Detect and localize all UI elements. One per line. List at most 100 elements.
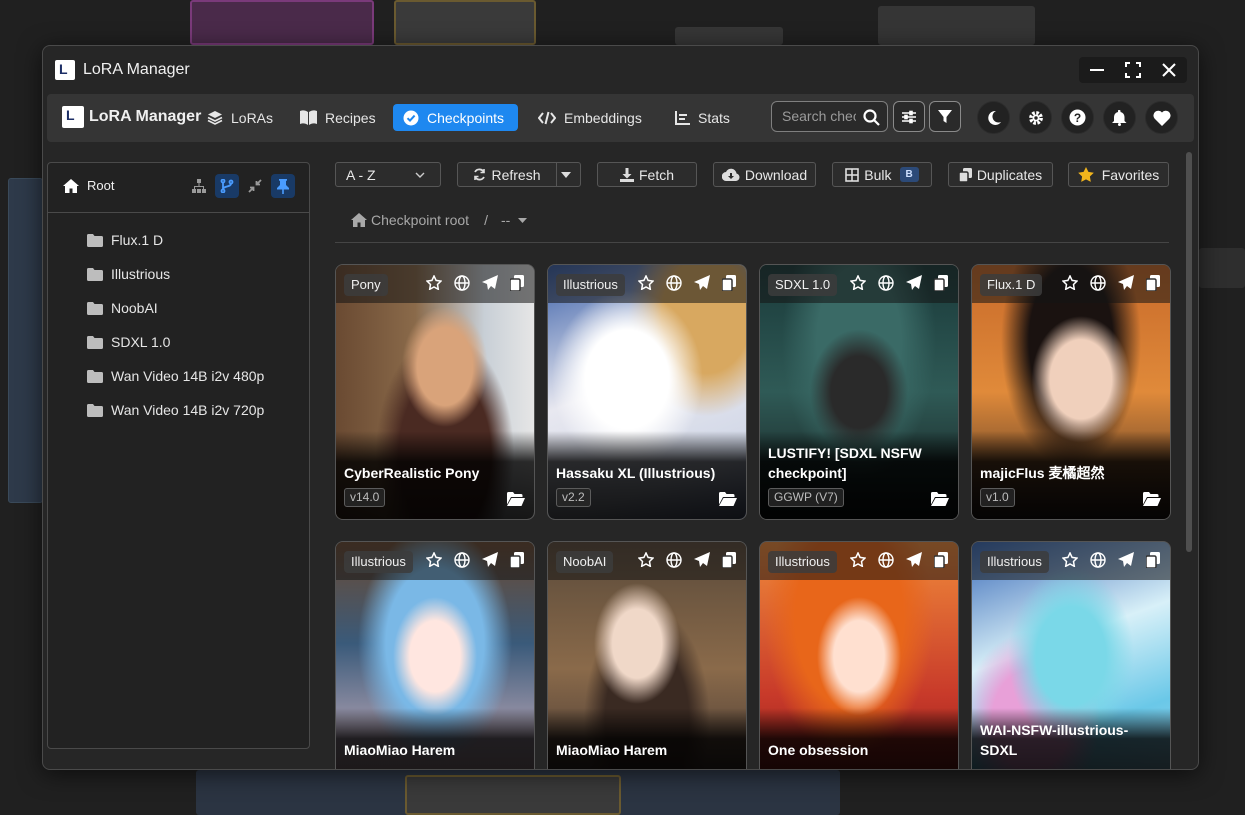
card-actions bbox=[638, 275, 736, 291]
copy-icon[interactable] bbox=[934, 275, 948, 291]
sort-select[interactable]: A - Z bbox=[335, 162, 441, 187]
nav-recipes[interactable]: Recipes bbox=[290, 104, 386, 131]
globe-icon[interactable] bbox=[666, 552, 682, 568]
globe-icon[interactable] bbox=[878, 275, 894, 291]
send-icon[interactable] bbox=[482, 552, 498, 568]
breadcrumb-current[interactable]: -- bbox=[501, 212, 510, 228]
theme-toggle-button[interactable] bbox=[977, 101, 1010, 134]
nav-embeddings[interactable]: Embeddings bbox=[528, 104, 652, 131]
copy-icon[interactable] bbox=[722, 552, 736, 568]
duplicates-button[interactable]: Duplicates bbox=[948, 162, 1053, 187]
fetch-button[interactable]: Fetch bbox=[597, 162, 697, 187]
tree-view-icon[interactable] bbox=[187, 174, 211, 198]
search-options-button[interactable] bbox=[893, 101, 925, 132]
star-outline-icon[interactable] bbox=[1062, 275, 1078, 290]
star-outline-icon[interactable] bbox=[850, 275, 866, 290]
send-icon[interactable] bbox=[906, 552, 922, 568]
support-button[interactable] bbox=[1145, 101, 1178, 134]
search-input[interactable] bbox=[782, 108, 856, 124]
star-outline-icon[interactable] bbox=[850, 552, 866, 567]
copy-icon[interactable] bbox=[510, 552, 524, 568]
folder-item[interactable]: Wan Video 14B i2v 480p bbox=[48, 359, 309, 393]
star-outline-icon[interactable] bbox=[426, 552, 442, 567]
globe-icon[interactable] bbox=[666, 275, 682, 291]
send-icon[interactable] bbox=[1118, 275, 1134, 291]
card-footer bbox=[760, 708, 958, 769]
refresh-dropdown-button[interactable] bbox=[556, 162, 581, 187]
sidebar-tools bbox=[187, 174, 295, 198]
globe-icon[interactable] bbox=[454, 552, 470, 568]
star-outline-icon[interactable] bbox=[426, 275, 442, 290]
collapse-icon[interactable] bbox=[243, 174, 267, 198]
cloud-download-icon bbox=[721, 168, 740, 181]
nav-loras[interactable]: LoRAs bbox=[197, 104, 283, 131]
sidebar-root[interactable]: Root bbox=[63, 178, 114, 193]
folder-open-icon[interactable] bbox=[507, 492, 525, 506]
copy-icon[interactable] bbox=[1146, 552, 1160, 568]
model-card[interactable]: NoobAI MiaoMiao Harem bbox=[547, 541, 747, 770]
model-name: MiaoMiao Harem bbox=[344, 742, 456, 758]
version-badge: v14.0 bbox=[344, 488, 386, 507]
model-card[interactable]: Flux.1 D majicFlus 麦橘超然 v1.0 bbox=[971, 264, 1171, 520]
caret-down-icon[interactable] bbox=[518, 217, 528, 223]
folder-open-icon[interactable] bbox=[719, 769, 737, 770]
send-icon[interactable] bbox=[694, 552, 710, 568]
model-card[interactable]: Illustrious Hassaku XL (Illustrious) v2.2 bbox=[547, 264, 747, 520]
folder-open-icon[interactable] bbox=[1143, 492, 1161, 506]
folder-item[interactable]: NoobAI bbox=[48, 291, 309, 325]
search-box bbox=[771, 101, 888, 132]
send-icon[interactable] bbox=[482, 275, 498, 291]
folder-open-icon[interactable] bbox=[507, 769, 525, 770]
copy-icon[interactable] bbox=[722, 275, 736, 291]
minimize-icon[interactable] bbox=[1089, 62, 1105, 78]
copy-icon[interactable] bbox=[1146, 275, 1160, 291]
star-outline-icon[interactable] bbox=[638, 552, 654, 567]
pin-icon[interactable] bbox=[271, 174, 295, 198]
nav-stats[interactable]: Stats bbox=[665, 104, 740, 131]
brand-logo-icon bbox=[62, 106, 84, 128]
folder-item[interactable]: SDXL 1.0 bbox=[48, 325, 309, 359]
model-card[interactable]: Illustrious MiaoMiao Harem bbox=[335, 541, 535, 770]
close-icon[interactable] bbox=[1161, 62, 1177, 78]
model-card[interactable]: Illustrious WAI-NSFW-illustrious-SDXL bbox=[971, 541, 1171, 770]
fetch-label: Fetch bbox=[638, 166, 674, 183]
help-button[interactable]: ? bbox=[1061, 101, 1094, 134]
fullscreen-icon[interactable] bbox=[1125, 62, 1141, 78]
brand[interactable]: LoRA Manager bbox=[62, 106, 201, 128]
globe-icon[interactable] bbox=[1090, 275, 1106, 291]
filter-button[interactable] bbox=[929, 101, 961, 132]
send-icon[interactable] bbox=[906, 275, 922, 291]
copy-icon[interactable] bbox=[934, 552, 948, 568]
model-card[interactable]: Illustrious One obsession bbox=[759, 541, 959, 770]
code-icon bbox=[538, 111, 556, 124]
notifications-button[interactable] bbox=[1103, 101, 1136, 134]
nav-checkpoints[interactable]: Checkpoints bbox=[393, 104, 518, 131]
folder-item[interactable]: Wan Video 14B i2v 720p bbox=[48, 393, 309, 427]
bulk-button[interactable]: Bulk B bbox=[832, 162, 932, 187]
scrollbar[interactable] bbox=[1186, 152, 1192, 552]
refresh-button[interactable]: Refresh bbox=[457, 162, 557, 187]
folder-open-icon[interactable] bbox=[1143, 769, 1161, 770]
send-icon[interactable] bbox=[1118, 552, 1134, 568]
folder-item[interactable]: Illustrious bbox=[48, 257, 309, 291]
download-button[interactable]: Download bbox=[713, 162, 816, 187]
settings-button[interactable] bbox=[1019, 101, 1052, 134]
globe-icon[interactable] bbox=[878, 552, 894, 568]
model-card[interactable]: Pony CyberRealistic Pony v14.0 bbox=[335, 264, 535, 520]
star-outline-icon[interactable] bbox=[1062, 552, 1078, 567]
send-icon[interactable] bbox=[694, 275, 710, 291]
globe-icon[interactable] bbox=[1090, 552, 1106, 568]
folder-open-icon[interactable] bbox=[931, 769, 949, 770]
globe-icon[interactable] bbox=[454, 275, 470, 291]
copy-icon[interactable] bbox=[510, 275, 524, 291]
model-card[interactable]: SDXL 1.0 LUSTIFY! [SDXL NSFW checkpoint] G… bbox=[759, 264, 959, 520]
star-outline-icon[interactable] bbox=[638, 275, 654, 290]
folder-open-icon[interactable] bbox=[719, 492, 737, 506]
home-icon bbox=[63, 178, 79, 193]
search-icon[interactable] bbox=[863, 109, 880, 126]
breadcrumb-root[interactable]: Checkpoint root bbox=[371, 212, 469, 228]
branch-icon[interactable] bbox=[215, 174, 239, 198]
folder-item[interactable]: Flux.1 D bbox=[48, 223, 309, 257]
folder-open-icon[interactable] bbox=[931, 492, 949, 506]
favorites-button[interactable]: Favorites bbox=[1068, 162, 1169, 187]
